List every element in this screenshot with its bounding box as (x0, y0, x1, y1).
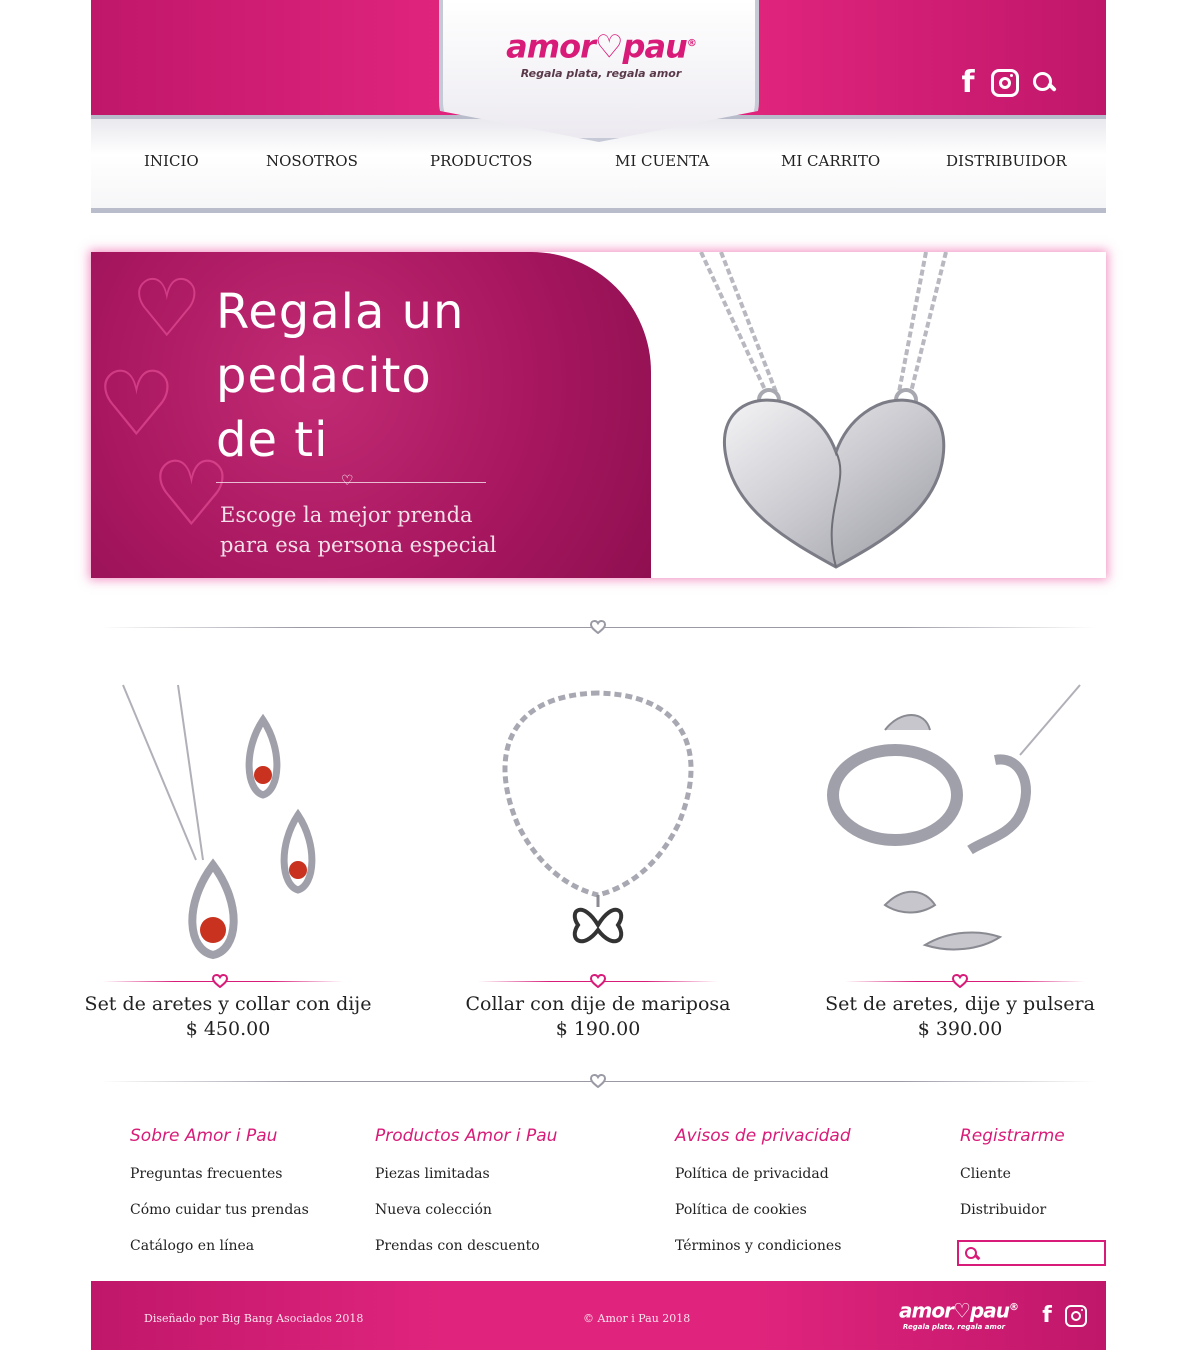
logo-tagline: Regala plata, regala amor (520, 66, 682, 80)
footer-search-input[interactable] (981, 1244, 1101, 1262)
footer-link[interactable]: Política de cookies (675, 1200, 851, 1236)
footer-column-title: Sobre Amor i Pau (130, 1126, 278, 1146)
footer-column-title: Avisos de privacidad (675, 1126, 851, 1146)
nav-item-productos[interactable]: PRODUCTOS (430, 152, 532, 170)
hero-title: Regala un pedacito de ti (216, 284, 465, 468)
footer-column-avisos: Avisos de privacidad Política de privaci… (675, 1126, 851, 1272)
hero-subtitle: Escoge la mejor prenda para esa persona … (220, 503, 497, 557)
bottom-bar: Diseñado por Big Bang Asociados 2018 © A… (91, 1281, 1106, 1350)
search-icon[interactable] (1033, 72, 1055, 94)
logo-tagline: Regala plata, regala amor (902, 1322, 1006, 1331)
footer-logo[interactable]: amor♡pau® Regala plata, regala amor (899, 1298, 1019, 1331)
main-nav: INICIO NOSOTROS PRODUCTOS MI CUENTA MI C… (91, 152, 1106, 176)
heart-icon (590, 1074, 606, 1088)
facebook-icon[interactable]: f (1041, 1305, 1053, 1327)
footer-column-sobre: Sobre Amor i Pau Preguntas frecuentes Có… (130, 1126, 309, 1272)
heart-icon (952, 974, 968, 988)
footer-social: f (1041, 1305, 1087, 1327)
nav-item-mi-cuenta[interactable]: MI CUENTA (615, 152, 709, 170)
footer-link[interactable]: Cómo cuidar tus prendas (130, 1200, 309, 1236)
product-image-cat-set (827, 684, 1081, 951)
nav-item-mi-carrito[interactable]: MI CARRITO (781, 152, 880, 170)
footer-link[interactable]: Cliente (960, 1164, 1065, 1200)
footer-link[interactable]: Términos y condiciones (675, 1236, 851, 1272)
product-name[interactable]: Set de aretes y collar con dije (78, 993, 378, 1015)
page: amor♡pau® Regala plata, regala amor f IN… (85, 0, 1106, 1350)
heart-icon: ♡ (594, 27, 624, 66)
product-name[interactable]: Set de aretes, dije y pulsera (810, 993, 1110, 1015)
heart-icon (590, 620, 606, 634)
footer-link[interactable]: Prendas con descuento (375, 1236, 557, 1272)
footer-link[interactable]: Piezas limitadas (375, 1164, 557, 1200)
search-icon[interactable] (965, 1247, 978, 1260)
product-image-butterfly-bracelet (502, 690, 694, 944)
footer-link[interactable]: Nueva colección (375, 1200, 557, 1236)
footer-search-box[interactable] (957, 1240, 1106, 1266)
hero-banner[interactable]: ♡ ♡ ♡ Regala un pedacito de ti ♡ Escoge … (91, 252, 1106, 578)
designer-credit: Diseñado por Big Bang Asociados 2018 (144, 1312, 364, 1325)
footer-column-registrarme: Registrarme Cliente Distribuidor (960, 1126, 1065, 1236)
footer-column-productos: Productos Amor i Pau Piezas limitadas Nu… (375, 1126, 557, 1272)
instagram-icon[interactable] (1065, 1305, 1087, 1327)
logo[interactable]: amor♡pau® Regala plata, regala amor (501, 28, 701, 80)
heart-icon: ♡ (341, 473, 354, 489)
heart-icon (590, 974, 606, 988)
product-image-necklace-earrings (122, 684, 316, 960)
footer-link[interactable]: Distribuidor (960, 1200, 1065, 1236)
facebook-icon[interactable]: f (959, 68, 977, 98)
heart-icon: ♡ (131, 262, 203, 355)
copyright: © Amor i Pau 2018 (583, 1312, 691, 1325)
footer-column-title: Registrarme (960, 1126, 1065, 1146)
nav-item-nosotros[interactable]: NOSOTROS (266, 152, 358, 170)
logo-wordmark: amor♡pau® (899, 1298, 1019, 1323)
instagram-icon[interactable] (991, 69, 1019, 97)
logo-wordmark: amor♡pau® (506, 27, 697, 66)
product-price: $ 190.00 (555, 1018, 641, 1040)
header-social: f (959, 68, 1055, 98)
footer-link[interactable]: Política de privacidad (675, 1164, 851, 1200)
product-price: $ 450.00 (185, 1018, 271, 1040)
product-name[interactable]: Collar con dije de mariposa (448, 993, 748, 1015)
heart-icon: ♡ (952, 1298, 971, 1323)
nav-item-inicio[interactable]: INICIO (144, 152, 199, 170)
nav-item-distribuidor[interactable]: DISTRIBUIDOR (946, 152, 1067, 170)
heart-pendant-image (699, 252, 948, 569)
footer-link[interactable]: Preguntas frecuentes (130, 1164, 309, 1200)
heart-icon (212, 974, 228, 988)
footer-link[interactable]: Catálogo en línea (130, 1236, 309, 1272)
footer-column-title: Productos Amor i Pau (375, 1126, 558, 1146)
product-price: $ 390.00 (917, 1018, 1003, 1040)
